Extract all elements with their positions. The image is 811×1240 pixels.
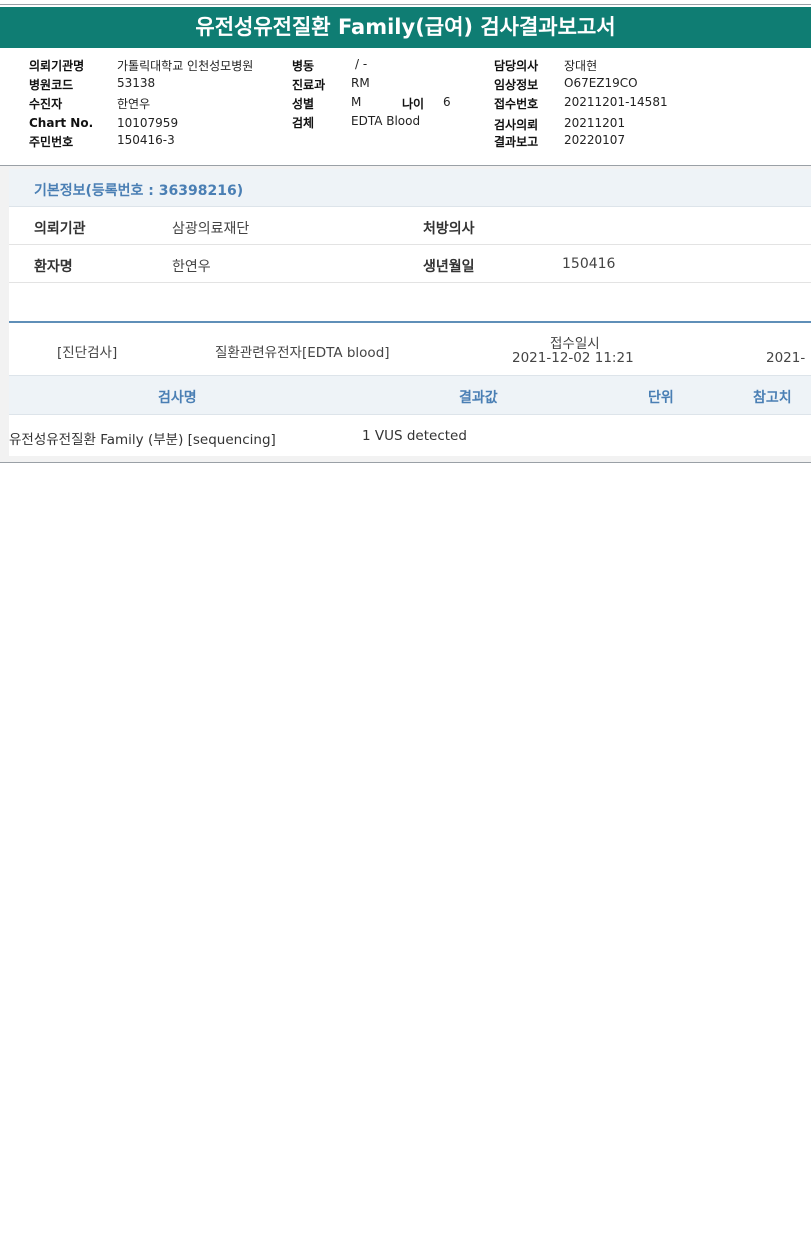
order-test-name: 질환관련유전자[EDTA blood] xyxy=(215,345,390,361)
doctor-value: 장대현 xyxy=(564,59,598,73)
column-test-name: 검사명 xyxy=(158,390,197,406)
age-value: 6 xyxy=(443,95,451,109)
bottom-divider xyxy=(0,462,811,463)
patient-name-value: 한연우 xyxy=(172,259,211,275)
ward-label: 병동 xyxy=(292,59,315,73)
result-test-name: 유전성유전질환 Family (부분) [sequencing] xyxy=(9,432,276,448)
prescriber-label: 처방의사 xyxy=(423,221,475,237)
column-result: 결과값 xyxy=(459,390,498,406)
receipt-no-label: 접수번호 xyxy=(494,97,539,111)
report-title: 유전성유전질환 Family(급여) 검사결과보고서 xyxy=(0,7,811,48)
ward-value: / - xyxy=(355,57,368,71)
section-divider xyxy=(9,321,811,323)
received-label: 접수일시 xyxy=(550,336,600,352)
content-panel: 기본정보(등록번호 : 36398216) 의뢰기관 삼광의료재단 처방의사 환… xyxy=(0,166,811,462)
request-date-value: 20211201 xyxy=(564,116,626,130)
column-unit: 단위 xyxy=(648,390,674,406)
hospital-value: 가톨릭대학교 인천성모병원 xyxy=(117,59,254,73)
dob-label: 생년월일 xyxy=(423,259,475,275)
age-label: 나이 xyxy=(402,97,425,111)
clinical-info-label: 임상정보 xyxy=(494,78,539,92)
hospital-code-label: 병원코드 xyxy=(29,78,74,92)
receipt-no-value: 20211201-14581 xyxy=(564,95,668,109)
request-date-label: 검사의뢰 xyxy=(494,118,539,132)
institution-value: 삼광의료재단 xyxy=(172,221,250,237)
content-inner: 기본정보(등록번호 : 36398216) 의뢰기관 삼광의료재단 처방의사 환… xyxy=(9,169,811,456)
basic-info-title: 기본정보(등록번호 : 36398216) xyxy=(34,183,244,199)
received-datetime: 2021-12-02 11:21 xyxy=(512,350,634,366)
hospital-label: 의뢰기관명 xyxy=(29,59,85,73)
specimen-label: 검체 xyxy=(292,116,315,130)
order-category: [진단검사] xyxy=(57,345,118,361)
clinical-info-value: O67EZ19CO xyxy=(564,76,638,90)
patient-label: 수진자 xyxy=(29,97,63,111)
report-date-label: 결과보고 xyxy=(494,135,539,149)
specimen-value: EDTA Blood xyxy=(351,114,421,128)
top-divider xyxy=(0,4,811,5)
institution-label: 의뢰기관 xyxy=(34,221,86,237)
patient-value: 한연우 xyxy=(117,97,151,111)
dept-label: 진료과 xyxy=(292,78,326,92)
next-datetime: 2021- xyxy=(766,350,806,366)
dept-value: RM xyxy=(351,76,370,90)
resident-no-label: 주민번호 xyxy=(29,135,74,149)
column-reference: 참고치 xyxy=(753,390,792,406)
report-header: 의뢰기관명 가톨릭대학교 인천성모병원 병원코드 53138 수진자 한연우 C… xyxy=(0,50,811,165)
chart-no-value: 10107959 xyxy=(117,116,179,130)
resident-no-value: 150416-3 xyxy=(117,133,175,147)
report-date-value: 20220107 xyxy=(564,133,626,147)
results-header: 검사명 결과값 단위 참고치 xyxy=(9,375,811,415)
basic-info-row: 환자명 한연우 생년월일 150416 xyxy=(9,245,811,283)
chart-no-label: Chart No. xyxy=(29,116,94,130)
dob-value: 150416 xyxy=(562,256,616,272)
basic-info-row: 의뢰기관 삼광의료재단 처방의사 xyxy=(9,207,811,245)
patient-name-label: 환자명 xyxy=(34,259,73,275)
basic-info-header: 기본정보(등록번호 : 36398216) xyxy=(9,169,811,207)
result-value: 1 VUS detected xyxy=(362,428,467,444)
doctor-label: 담당의사 xyxy=(494,59,539,73)
hospital-code-value: 53138 xyxy=(117,76,156,90)
sex-label: 성별 xyxy=(292,97,315,111)
sex-value: M xyxy=(351,95,362,109)
